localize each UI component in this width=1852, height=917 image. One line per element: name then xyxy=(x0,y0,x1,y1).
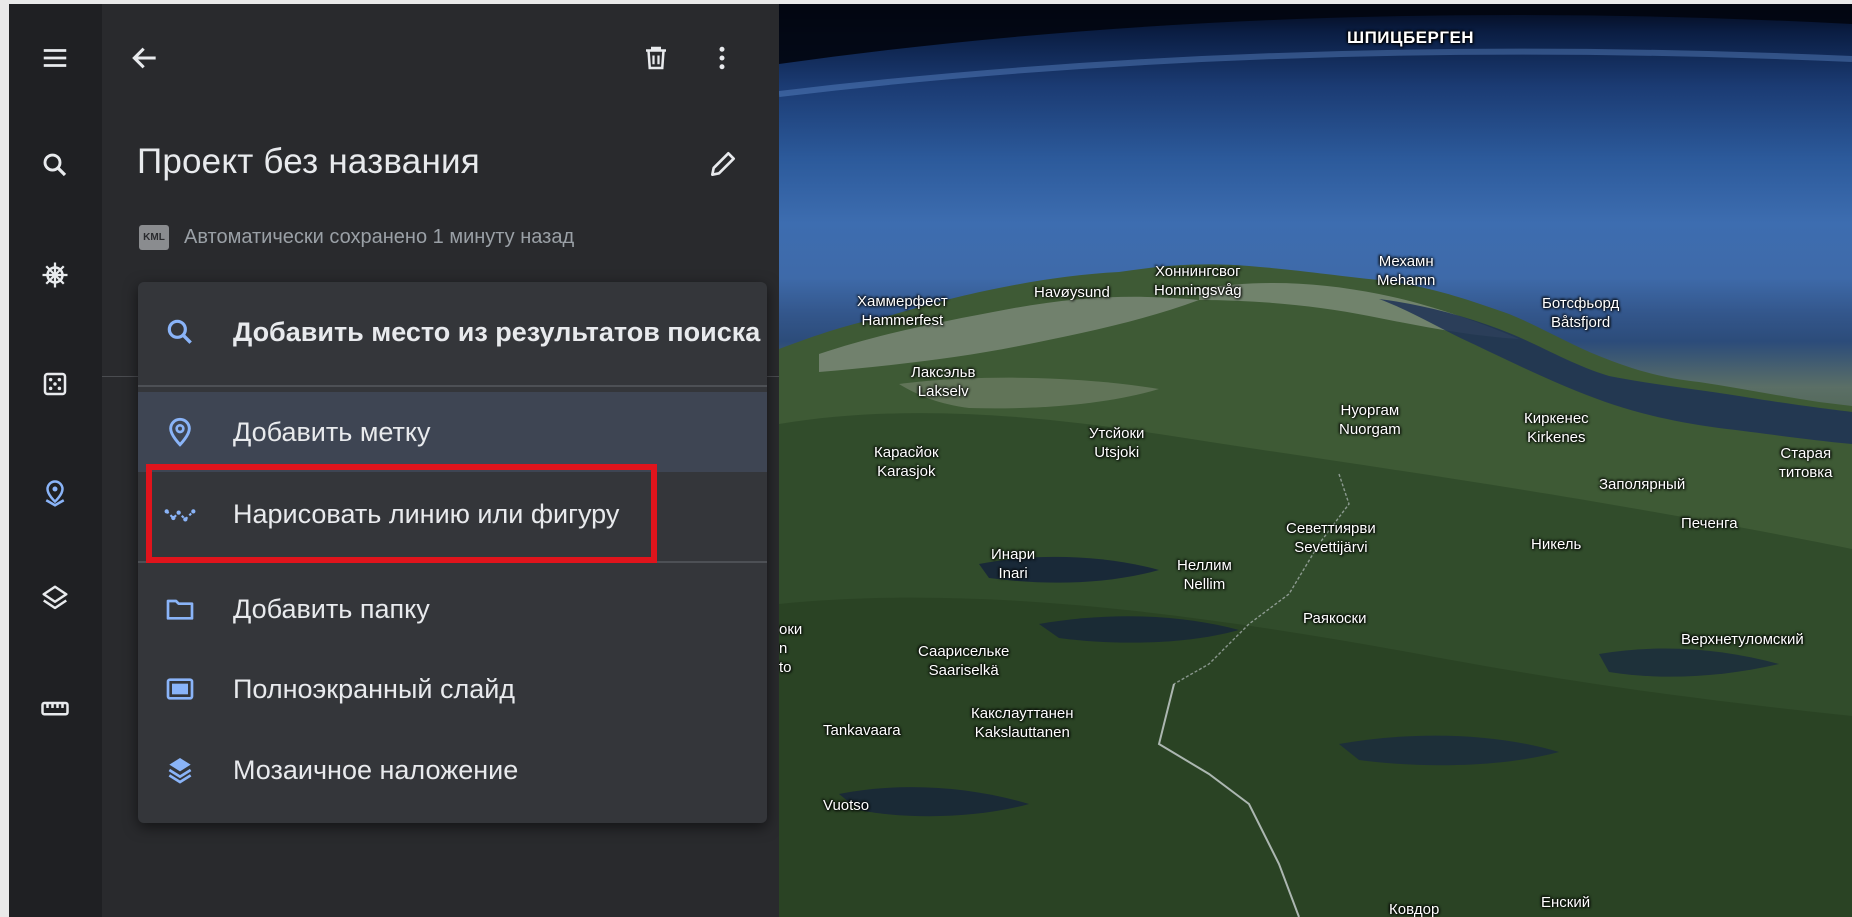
slide-icon xyxy=(162,671,198,707)
ruler-icon xyxy=(41,701,69,716)
map-style-button[interactable] xyxy=(31,574,79,622)
map-label-nuorgam: Нуоргам Nuorgam xyxy=(1339,402,1401,438)
map-label-lakselv: Лаксэльв Lakselv xyxy=(911,364,976,400)
layers-icon xyxy=(42,585,68,610)
map-label-mehamn: Мехамн Mehamn xyxy=(1377,253,1436,289)
map-label-hammerfest: Хаммерфест Hammerfest xyxy=(857,293,948,329)
menu-item-fullscreen-slide[interactable]: Полноэкранный слайд xyxy=(138,649,767,729)
map-label-batsfjord: Ботсфьорд Båtsfjord xyxy=(1542,295,1620,331)
map-label-kirkenes: Киркенес Kirkenes xyxy=(1524,410,1589,446)
projects-button[interactable] xyxy=(31,470,79,518)
map-label-verkhnetulomsky: Верхнетуломский xyxy=(1681,631,1804,648)
map-label-nellim: Неллим Nellim xyxy=(1177,557,1232,593)
back-button[interactable] xyxy=(121,34,169,82)
search-icon xyxy=(43,153,67,177)
map-label-nikel: Никель xyxy=(1531,536,1582,553)
map-label-tankavaara: Tankavaara xyxy=(823,722,901,739)
menu-item-label: Добавить папку xyxy=(233,593,430,624)
map-label-inari: Инари Inari xyxy=(991,546,1036,582)
map-label-saariselka: Саарисельке Saariselkä xyxy=(918,643,1010,679)
autosave-status: Автоматически сохранено 1 минуту назад xyxy=(184,226,575,248)
menu-item-add-folder[interactable]: Добавить папку xyxy=(138,569,767,649)
app-window: Проект без названия KML Автоматически со… xyxy=(9,4,1852,917)
layers-icon xyxy=(162,752,198,788)
menu-item-add-placemark[interactable]: Добавить метку xyxy=(138,392,767,472)
search-icon xyxy=(162,314,198,350)
project-panel: Проект без названия KML Автоматически со… xyxy=(102,4,779,917)
measure-button[interactable] xyxy=(31,684,79,732)
nav-rail xyxy=(9,4,102,917)
menu-divider xyxy=(138,385,767,387)
terrain-illustration xyxy=(779,4,1852,917)
kml-file-icon: KML xyxy=(139,225,169,250)
map-label-cutoff: оки n to xyxy=(779,621,803,676)
map-label-svalbard: ШПИЦБЕРГЕН xyxy=(1347,28,1475,47)
map-label-kakslauttanen: Какслауттанен Kakslauttanen xyxy=(971,705,1074,741)
menu-item-label: Мозаичное наложение xyxy=(233,754,519,785)
projects-pin-icon xyxy=(45,480,65,507)
more-options-button[interactable] xyxy=(698,34,746,82)
map-label-sevettijarvi: Севеттиярви Sevettijärvi xyxy=(1286,520,1376,556)
ship-wheel-icon xyxy=(42,262,68,288)
map-label-vuotso: Vuotso xyxy=(823,797,870,814)
hamburger-icon xyxy=(43,49,67,67)
menu-item-label: Добавить место из результатов поиска xyxy=(233,316,761,347)
map-label-karasjok: Карасйок Karasjok xyxy=(874,444,939,480)
menu-item-label: Добавить метку xyxy=(233,416,431,447)
menu-item-add-place-from-search[interactable]: Добавить место из результатов поиска xyxy=(138,292,767,372)
menu-button[interactable] xyxy=(31,34,79,82)
delete-button[interactable] xyxy=(632,34,680,82)
edit-title-button[interactable] xyxy=(699,140,747,188)
voyager-button[interactable] xyxy=(31,251,79,299)
more-vert-icon xyxy=(719,46,725,70)
map-label-pechenga: Печенга xyxy=(1681,515,1738,532)
feeling-lucky-button[interactable] xyxy=(31,360,79,408)
map-label-honningsvag: Хоннингсвог Honningsvåg xyxy=(1154,263,1242,299)
map-label-ensky: Енский xyxy=(1541,894,1591,911)
arrow-back-icon xyxy=(132,47,156,69)
globe-map-view[interactable]: ШПИЦБЕРГЕН Хаммерфест Hammerfest Havøysu… xyxy=(779,4,1852,917)
trash-icon xyxy=(646,46,666,70)
location-pin-icon xyxy=(162,414,198,450)
highlight-annotation-box xyxy=(146,464,657,563)
folder-icon xyxy=(162,591,198,627)
map-label-kovdor: Ковдор xyxy=(1389,901,1440,917)
search-button[interactable] xyxy=(31,141,79,189)
map-label-zapolyarny: Заполярный xyxy=(1599,476,1686,493)
pencil-icon xyxy=(711,152,735,176)
dice-icon xyxy=(43,372,67,396)
menu-item-tile-overlay[interactable]: Мозаичное наложение xyxy=(138,730,767,810)
menu-item-label: Полноэкранный слайд xyxy=(233,673,516,704)
project-title: Проект без названия xyxy=(137,142,480,181)
map-label-staraya-titovka: Старая титовка xyxy=(1779,445,1833,481)
map-label-utsjoki: Утсйоки Utsjoki xyxy=(1089,425,1145,461)
map-label-rayakoski: Раякоски xyxy=(1303,610,1367,627)
map-label-havoysund: Havøysund xyxy=(1034,284,1110,301)
